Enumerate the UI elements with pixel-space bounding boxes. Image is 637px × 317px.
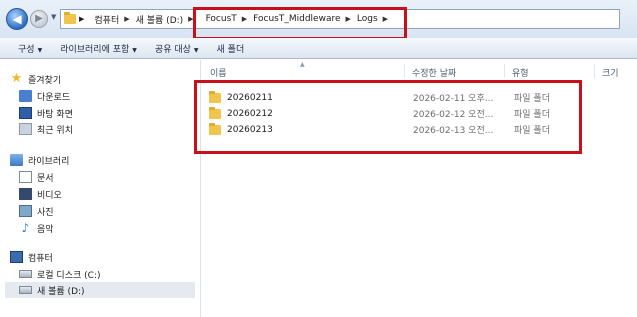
breadcrumb-volume-d[interactable]: 새 볼륨 (D:) ▶ [133,10,197,28]
nav-libraries[interactable]: 라이브러리 [10,152,69,168]
address-highlight-box [193,7,407,40]
nav-music[interactable]: ♪ 음악 [19,220,54,236]
nav-label: 문서 [37,173,54,184]
nav-label: 최근 위치 [37,125,73,136]
column-header-size[interactable]: 크기 [602,66,619,79]
organize-button[interactable]: 구성 ▼ [0,42,51,55]
nav-label: 즐겨찾기 [28,75,62,86]
breadcrumb-computer[interactable]: 컴퓨터 ▶ [91,10,132,28]
chevron-down-icon: ▼ [132,46,137,54]
pictures-icon [19,205,32,217]
column-header-name[interactable]: 이름 [210,66,227,79]
computer-icon [10,251,23,263]
nav-documents[interactable]: 문서 [19,169,54,185]
column-header-date-modified[interactable]: 수정한 날짜 [412,66,456,79]
navigation-pane: ★ 즐겨찾기 다운로드 바탕 화면 최근 위치 라이브러리 문서 비디오 사진 … [0,60,200,317]
breadcrumb-label: 새 볼륨 (D:) [135,15,184,26]
nav-computer[interactable]: 컴퓨터 [10,249,53,265]
drive-icon [19,286,32,294]
recent-pages-dropdown-icon[interactable]: ▼ [51,13,56,21]
local-disk-icon [19,270,32,278]
nav-favorites[interactable]: ★ 즐겨찾기 [10,71,61,87]
nav-recent-places[interactable]: 최근 위치 [19,121,73,137]
chevron-down-icon: ▼ [37,46,43,54]
share-with-button[interactable]: 공유 대상 ▼ [146,42,208,55]
recent-places-icon [19,123,32,135]
column-divider[interactable] [404,64,405,78]
column-header-type[interactable]: 유형 [512,66,529,79]
nav-videos[interactable]: 비디오 [19,186,62,202]
nav-local-disk-c[interactable]: 로컬 디스크 (C:) [19,266,100,282]
nav-label: 바탕 화면 [37,109,73,120]
videos-icon [19,188,32,200]
folder-icon [64,12,76,24]
file-list-highlight-box [194,80,582,154]
nav-downloads[interactable]: 다운로드 [19,88,70,104]
desktop-icon [19,107,32,119]
forward-button[interactable]: ▶ [30,10,48,28]
download-folder-icon [19,90,32,102]
nav-label: 다운로드 [37,92,71,103]
chevron-down-icon: ▼ [193,46,199,54]
nav-label: 사진 [37,207,54,218]
organize-label: 구성 [18,44,35,55]
include-in-library-label: 라이브러리에 포함 [60,44,130,55]
sort-ascending-icon: ▲ [300,61,305,68]
share-with-label: 공유 대상 [154,44,191,55]
new-folder-button[interactable]: 새 폴더 [208,42,254,55]
documents-icon [19,171,32,183]
nav-label: 비디오 [37,190,62,201]
chevron-right-icon[interactable]: ▶ [124,15,129,23]
nav-label: 로컬 디스크 (C:) [37,270,101,281]
nav-volume-d[interactable]: 새 볼륨 (D:) [5,282,195,298]
include-in-library-button[interactable]: 라이브러리에 포함 ▼ [51,42,146,55]
chevron-right-icon[interactable]: ▶ [79,15,84,23]
column-divider[interactable] [504,64,505,78]
address-root[interactable]: ▶ [61,10,91,28]
nav-desktop[interactable]: 바탕 화면 [19,105,73,121]
music-icon: ♪ [21,221,30,235]
back-button[interactable]: ◀ [6,8,28,30]
nav-pictures[interactable]: 사진 [19,203,54,219]
column-divider[interactable] [594,64,595,78]
nav-label: 새 볼륨 (D:) [37,286,85,297]
star-icon: ★ [10,71,23,86]
library-icon [10,154,23,166]
nav-label: 라이브러리 [28,156,70,167]
breadcrumb-label: 컴퓨터 [94,15,120,26]
nav-label: 컴퓨터 [28,253,53,264]
nav-label: 음악 [37,224,54,235]
command-bar: 구성 ▼ 라이브러리에 포함 ▼ 공유 대상 ▼ 새 폴더 [0,38,637,59]
new-folder-label: 새 폴더 [216,44,245,55]
